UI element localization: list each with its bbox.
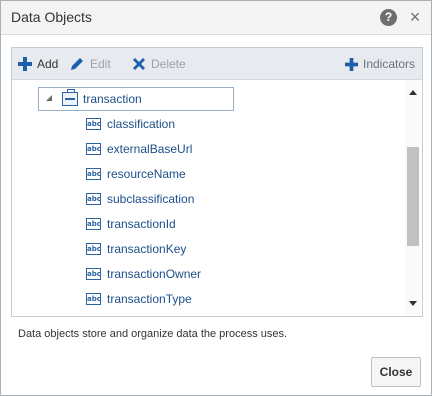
plus-icon	[18, 57, 32, 71]
delete-label: Delete	[151, 57, 186, 71]
string-type-icon: abc	[86, 243, 101, 255]
tree-node-label: externalBaseUrl	[107, 142, 193, 156]
scroll-up-arrow-icon[interactable]	[409, 90, 417, 95]
tree-row[interactable]: abc transactionKey	[12, 237, 404, 261]
tree-node-label: transactionKey	[107, 242, 187, 256]
indicators-button[interactable]: Indicators	[345, 55, 415, 73]
add-label: Add	[37, 57, 59, 71]
data-object-tree: transaction abc classification abc exter…	[12, 80, 404, 315]
tree-node-label: classification	[107, 117, 176, 131]
tree-row[interactable]: abc resourceName	[12, 162, 404, 186]
tree-node-label: subclassification	[107, 192, 195, 206]
string-type-icon: abc	[86, 218, 101, 230]
help-icon[interactable]: ?	[380, 9, 397, 26]
tree-node-label: transactionType	[107, 292, 192, 306]
scrollbar-thumb[interactable]	[407, 147, 419, 246]
vertical-scrollbar[interactable]	[405, 80, 421, 315]
dialog-description: Data objects store and organize data the…	[18, 328, 288, 340]
close-icon[interactable]: ×	[407, 8, 423, 26]
pencil-icon	[71, 58, 83, 70]
tree-row[interactable]: abc transactionOwner	[12, 262, 404, 286]
x-icon	[133, 58, 145, 70]
tree-row[interactable]: abc classification	[12, 112, 404, 136]
tree-node-label: transactionId	[107, 217, 176, 231]
collapse-caret-icon[interactable]	[46, 95, 52, 101]
data-objects-panel: Add Edit Delete Indicators transaction a…	[11, 47, 423, 317]
string-type-icon: abc	[86, 168, 101, 180]
tree-node-label: transaction	[83, 92, 142, 106]
tree-row[interactable]: abc subclassification	[12, 187, 404, 211]
tree-row[interactable]: abc externalBaseUrl	[12, 137, 404, 161]
tree-row[interactable]: abc transactionType	[12, 287, 404, 311]
plus-icon	[345, 57, 358, 71]
tree-row-parent[interactable]: transaction	[12, 87, 404, 111]
string-type-icon: abc	[86, 143, 101, 155]
data-object-icon	[62, 89, 78, 106]
tree-node-label: resourceName	[107, 167, 186, 181]
tree-node-label: transactionOwner	[107, 267, 202, 281]
string-type-icon: abc	[86, 118, 101, 130]
close-button[interactable]: Close	[371, 357, 421, 387]
dialog-title: Data Objects	[11, 9, 92, 25]
toolbar: Add Edit Delete Indicators	[12, 48, 422, 80]
edit-label: Edit	[90, 57, 111, 71]
tree-row[interactable]: abc transactionId	[12, 212, 404, 236]
string-type-icon: abc	[86, 293, 101, 305]
edit-button[interactable]: Edit	[69, 55, 111, 73]
string-type-icon: abc	[86, 268, 101, 280]
data-objects-dialog: Data Objects ? × Add Edit Delete Indicat…	[0, 0, 432, 396]
scroll-down-arrow-icon[interactable]	[409, 301, 417, 306]
dialog-header: Data Objects ? ×	[1, 1, 431, 35]
string-type-icon: abc	[86, 193, 101, 205]
indicators-label: Indicators	[363, 57, 416, 71]
add-button[interactable]: Add	[18, 55, 58, 73]
delete-button[interactable]: Delete	[132, 55, 186, 73]
